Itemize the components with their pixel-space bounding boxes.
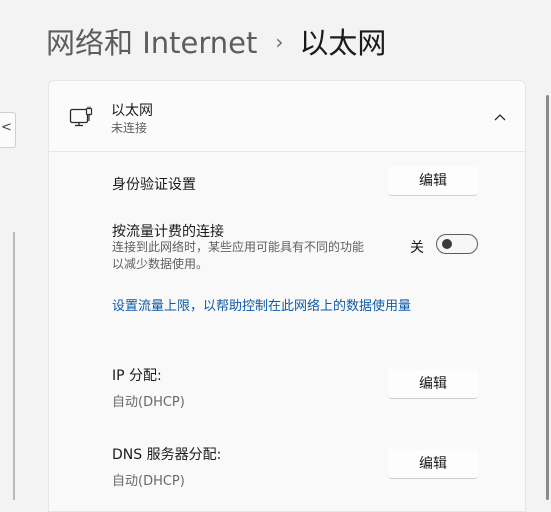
- chevron-up-icon[interactable]: [489, 107, 511, 127]
- adapter-status: 未连接: [111, 121, 148, 135]
- page-title: 网络和 Internet › 以太网: [46, 22, 386, 63]
- ethernet-card-header[interactable]: 以太网 未连接: [48, 80, 526, 152]
- dns-assignment-label: DNS 服务器分配:: [112, 447, 222, 463]
- metered-toggle-state: 关: [410, 240, 424, 256]
- metered-connection-label: 按流量计费的连接: [112, 224, 224, 240]
- breadcrumb-current: 以太网: [299, 26, 387, 60]
- ethernet-icon: [69, 106, 93, 127]
- ip-assignment-label: IP 分配:: [112, 368, 162, 384]
- ip-assignment-value: 自动(DHCP): [112, 395, 185, 410]
- authentication-edit-button[interactable]: 编辑: [388, 166, 478, 196]
- left-panel-edge[interactable]: <: [0, 112, 16, 148]
- metered-connection-description: 连接到此网络时，某些应用可能具有不同的功能: [112, 240, 365, 254]
- chevron-left-icon: <: [1, 120, 12, 135]
- scrollbar[interactable]: [546, 95, 549, 500]
- ethernet-settings-panel: 身份验证设置 编辑 按流量计费的连接 连接到此网络时，某些应用可能具有不同的功能…: [48, 152, 526, 512]
- data-limit-link[interactable]: 设置流量上限，以帮助控制在此网络上的数据使用量: [112, 295, 411, 314]
- left-scrollbar[interactable]: [13, 232, 15, 500]
- breadcrumb-parent[interactable]: 网络和 Internet: [46, 26, 257, 60]
- dns-assignment-value: 自动(DHCP): [112, 474, 185, 489]
- adapter-name: 以太网: [111, 103, 153, 119]
- chevron-right-icon: ›: [275, 30, 284, 54]
- dns-assignment-edit-button[interactable]: 编辑: [388, 449, 478, 479]
- authentication-label: 身份验证设置: [112, 177, 196, 193]
- metered-connection-toggle[interactable]: [436, 234, 478, 254]
- toggle-knob: [442, 239, 452, 249]
- ip-assignment-edit-button[interactable]: 编辑: [388, 369, 478, 399]
- metered-connection-description-2: 以减少数据使用。: [112, 257, 209, 271]
